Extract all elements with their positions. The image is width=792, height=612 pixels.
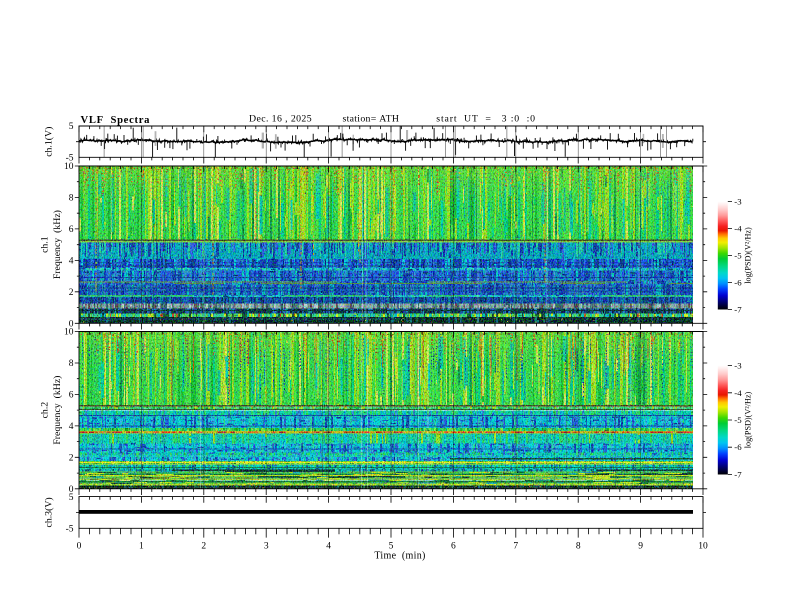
svg-text:8: 8	[576, 542, 581, 552]
svg-text:station= ATH: station= ATH	[343, 113, 400, 124]
svg-text:-3: -3	[734, 361, 742, 371]
svg-text:-5: -5	[66, 525, 74, 535]
svg-text:5: 5	[69, 493, 74, 503]
svg-text:10: 10	[64, 162, 74, 172]
svg-text:-6: -6	[734, 278, 742, 288]
svg-text:10: 10	[64, 328, 74, 338]
svg-text:2: 2	[201, 542, 206, 552]
svg-text:-7: -7	[734, 305, 742, 315]
svg-text:8: 8	[69, 194, 74, 204]
svg-text:9: 9	[638, 542, 643, 552]
svg-text:6: 6	[69, 391, 74, 401]
svg-text:4: 4	[69, 257, 74, 267]
svg-text:-4: -4	[734, 388, 742, 398]
svg-text:ch.2: ch.2	[40, 402, 51, 419]
svg-text:ch.3(V): ch.3(V)	[44, 497, 55, 527]
svg-text:Dec. 16 , 2025: Dec. 16 , 2025	[249, 113, 312, 124]
svg-text:0: 0	[77, 542, 82, 552]
svg-text:log(PSD)(V²/Hz): log(PSD)(V²/Hz)	[744, 391, 753, 448]
svg-text:8: 8	[69, 359, 74, 369]
svg-text:log(PSD)(V²/Hz): log(PSD)(V²/Hz)	[744, 227, 753, 284]
svg-text:3: 3	[264, 542, 269, 552]
svg-text:4: 4	[326, 542, 331, 552]
svg-text:-7: -7	[734, 470, 742, 480]
svg-text:ch.1: ch.1	[40, 236, 51, 253]
svg-text:start UT = 3 :0 :0: start UT = 3 :0 :0	[436, 113, 536, 124]
svg-text:-6: -6	[734, 442, 742, 452]
svg-text:-4: -4	[734, 224, 742, 234]
svg-text:1: 1	[139, 542, 144, 552]
svg-text:2: 2	[69, 288, 74, 298]
svg-text:6: 6	[69, 225, 74, 235]
svg-text:-5: -5	[734, 415, 742, 425]
svg-text:4: 4	[69, 422, 74, 432]
svg-text:2: 2	[69, 454, 74, 464]
svg-text:10: 10	[698, 542, 708, 552]
svg-text:Frequency (kHz): Frequency (kHz)	[52, 376, 63, 445]
svg-text:Time (min): Time (min)	[374, 551, 425, 562]
svg-text:-3: -3	[734, 197, 742, 207]
svg-text:VLF Spectra: VLF Spectra	[81, 115, 151, 126]
svg-text:-5: -5	[734, 251, 742, 261]
svg-text:5: 5	[69, 122, 74, 132]
svg-text:7: 7	[513, 542, 518, 552]
svg-text:ch.1(V): ch.1(V)	[44, 127, 55, 157]
svg-text:6: 6	[451, 542, 456, 552]
svg-text:Frequency (kHz): Frequency (kHz)	[52, 210, 63, 279]
